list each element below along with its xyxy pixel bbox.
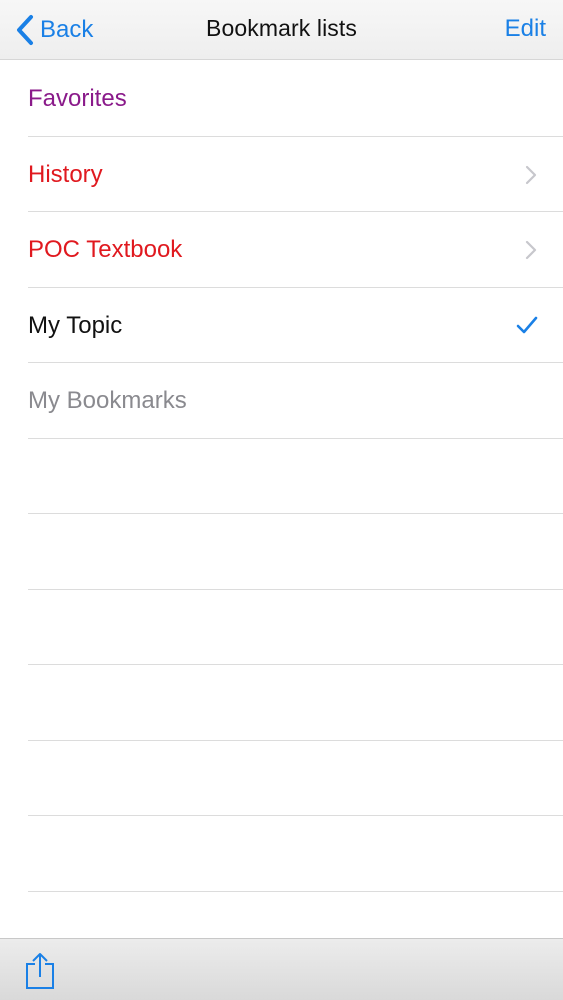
list-item-my-bookmarks[interactable]: My Bookmarks [0,363,563,439]
list-item-label: Favorites [28,85,127,112]
chevron-right-icon [525,165,537,184]
empty-row [0,590,563,666]
empty-row [0,816,563,892]
list-item-poc-textbook[interactable]: POC Textbook [0,212,563,288]
empty-row [0,665,563,741]
list-item-label: My Topic [28,311,123,339]
list-item-favorites[interactable]: Favorites [0,61,563,137]
edit-button[interactable]: Edit [505,15,546,43]
list-item-my-topic[interactable]: My Topic [0,288,563,364]
list-item-label: History [28,160,103,188]
bottom-toolbar [0,938,563,1000]
list-item-label: My Bookmarks [28,387,187,414]
list-item-label: POC Textbook [28,236,183,263]
checkmark-icon [516,316,538,333]
share-icon[interactable] [24,951,56,991]
empty-row [0,741,563,817]
page-title: Bookmark lists [206,15,357,41]
chevron-right-icon [525,240,537,260]
navigation-bar: Back Bookmark lists Edit [0,0,563,60]
bookmark-list: Favorites History POC Textbook My Topic … [0,61,563,892]
empty-row [0,514,563,590]
list-item-history[interactable]: History [0,137,563,213]
bookmark-lists-screen: Back Bookmark lists Edit Favorites Histo… [0,0,563,1000]
empty-row [0,439,563,515]
